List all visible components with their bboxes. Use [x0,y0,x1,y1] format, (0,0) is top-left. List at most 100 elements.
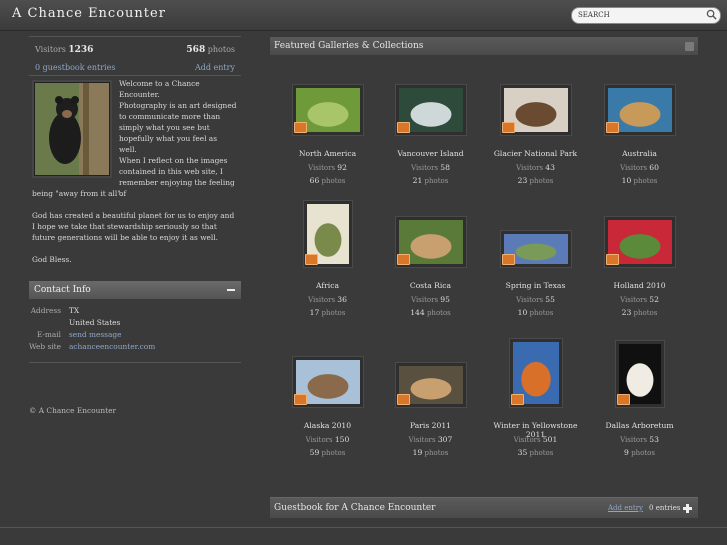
gallery-visitors: Visitors 43 [483,163,588,172]
website-link[interactable]: achanceencounter.com [69,342,155,351]
add-entry-link[interactable]: Add entry [195,63,235,72]
photos-value: 17 [309,308,320,317]
contact-info-title: Contact Info [34,285,91,295]
gallery-card[interactable]: Costa Rica Visitors 95 144 photos [378,212,483,322]
search-icon[interactable] [706,9,717,20]
photos-label: photos [207,45,235,54]
gallery-photo-count: 144 photos [378,308,483,317]
gallery-photo-count: 10 photos [587,176,692,185]
gallery-photo-count: 59 photos [275,448,380,457]
photos-value: 59 [309,448,320,457]
gallery-visitors: Visitors 60 [587,163,692,172]
photos-label: photos [426,309,451,317]
visitors-value: 55 [545,295,555,304]
visitors-label: Visitors [516,296,544,304]
welcome-line-5: God has created a beautiful planet for u… [32,211,235,242]
gallery-name[interactable]: Spring in Texas [483,281,588,290]
gallery-card[interactable]: North America Visitors 92 66 photos [275,80,380,190]
site-stats: Visitors 1236 568 photos 0 guestbook ent… [29,37,241,75]
guestbook-title[interactable]: Guestbook for A Chance Encounter [274,503,435,513]
copyright: © A Chance Encounter [29,406,117,415]
gallery-icon [294,394,307,405]
gallery-icon [294,122,307,133]
gallery-visitors: Visitors 92 [275,163,380,172]
gallery-icon [511,394,524,405]
visitors-value: 53 [649,435,659,444]
guestbook-entries-link[interactable]: 0 guestbook entries [35,63,115,72]
guestbook-add-entry-link[interactable]: Add entry [608,504,643,512]
gallery-name[interactable]: Vancouver Island [378,149,483,158]
search-box[interactable] [571,7,721,24]
guestbook-count: 0 [35,63,41,72]
gallery-card[interactable]: Spring in Texas Visitors 55 10 photos [483,212,588,322]
guestbook-label: guestbook entries [42,63,116,72]
gallery-card[interactable]: Dallas Arboretum Visitors 53 9 photos [587,344,692,462]
gallery-icon [502,122,515,133]
gallery-card[interactable]: Glacier National Park Visitors 43 23 photo… [483,80,588,190]
visitors-label: Visitors [620,436,648,444]
gallery-photo-count: 10 photos [483,308,588,317]
guestbook-entry-count: 0 entries [649,504,681,512]
gallery-card[interactable]: Alaska 2010 Visitors 150 59 photos [275,352,380,462]
gallery-card[interactable]: Holland 2010 Visitors 52 23 photos [587,212,692,322]
gallery-name[interactable]: Alaska 2010 [275,421,380,430]
gallery-icon [502,254,515,265]
entry-count-value: 0 [649,504,654,512]
photos-value: 23 [621,308,632,317]
gallery-icon [606,254,619,265]
collapse-icon[interactable] [227,289,235,291]
gallery-card[interactable]: Paris 2011 Visitors 307 19 photos [378,352,483,462]
photos-value: 10 [621,176,632,185]
photos-label: photos [529,309,554,317]
rss-icon[interactable] [685,42,694,51]
photos-value: 21 [412,176,423,185]
visitors-label: Visitors [408,436,436,444]
search-input[interactable] [578,9,698,21]
visitors-value: 501 [542,435,558,444]
contact-info: Address TX United States E-mail send mes… [29,306,241,354]
gallery-icon [305,254,318,265]
gallery-visitors: Visitors 58 [378,163,483,172]
visitors-label: Visitors [513,436,541,444]
gallery-name[interactable]: Australia [587,149,692,158]
photo-count: 568 photos [186,45,235,55]
site-title[interactable]: A Chance Encounter [12,6,166,21]
gallery-name[interactable]: Holland 2010 [587,281,692,290]
entry-count-label: entries [655,504,681,512]
gallery-photo-count: 21 photos [378,176,483,185]
website-label: Web site [29,342,61,351]
gallery-name[interactable]: Costa Rica [378,281,483,290]
expand-icon[interactable] [683,504,692,513]
gallery-visitors: Visitors 150 [275,435,380,444]
gallery-photo-count: 35 photos [483,448,588,457]
send-message-link[interactable]: send message [69,330,122,339]
contact-info-header[interactable]: Contact Info [29,281,241,299]
visitors-value: 60 [649,163,659,172]
gallery-name[interactable]: Dallas Arboretum [587,421,692,430]
gallery-card[interactable]: Australia Visitors 60 10 photos [587,80,692,190]
photos-value: 23 [517,176,528,185]
gallery-name[interactable]: Africa [275,281,380,290]
visitors-label: Visitors [620,296,648,304]
guestbook-bar: Guestbook for A Chance Encounter Add ent… [270,497,698,518]
gallery-card[interactable]: Winter in Yellowstone 2011 Visitors 501 35… [483,342,588,462]
welcome-line-1: Welcome to a Chance Encounter. [119,79,200,99]
address-line-1: TX [69,306,80,315]
photos-value: 10 [517,308,528,317]
photos-label: photos [321,177,346,185]
gallery-card[interactable]: Africa Visitors 36 17 photos [275,204,380,322]
contact-row-address-2: United States [29,318,241,330]
gallery-name[interactable]: Glacier National Park [483,149,588,158]
gallery-card[interactable]: Vancouver Island Visitors 58 21 photos [378,80,483,190]
photos-value: 19 [412,448,423,457]
gallery-visitors: Visitors 36 [275,295,380,304]
visitors-value: 1236 [68,45,94,55]
divider [29,362,241,363]
visitors-value: 52 [649,295,659,304]
visitors-value: 307 [437,435,453,444]
profile-photo[interactable] [34,82,110,176]
gallery-visitors: Visitors 52 [587,295,692,304]
photos-value: 66 [309,176,320,185]
gallery-name[interactable]: North America [275,149,380,158]
gallery-name[interactable]: Paris 2011 [378,421,483,430]
